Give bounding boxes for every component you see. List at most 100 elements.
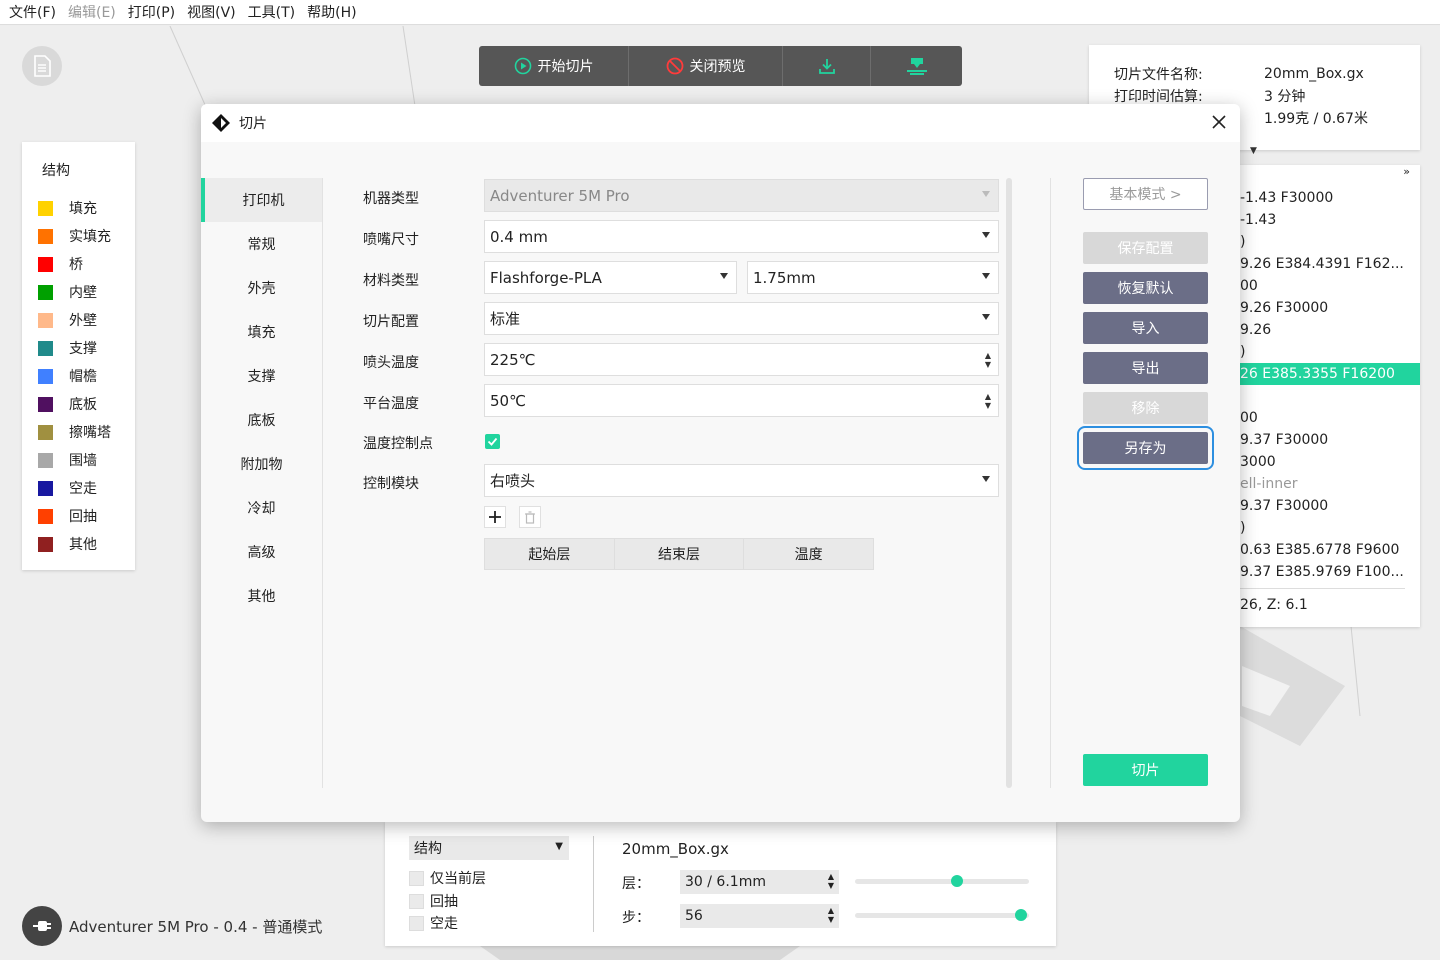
flashforge-logo-icon [212, 114, 230, 132]
gcode-line-current[interactable]: 26 E385.3355 F16200 [1235, 363, 1420, 385]
layer-slider-handle[interactable] [951, 875, 963, 887]
control-module-select[interactable]: 右喷头 [484, 464, 999, 497]
legend-swatch [38, 312, 53, 328]
bed-temp-label: 平台温度 [363, 396, 419, 412]
gcode-line[interactable]: 9.26 E384.4391 F162... [1240, 253, 1404, 275]
nav-item[interactable]: 冷却 [201, 486, 322, 530]
machine-type-select[interactable]: Adventurer 5M Pro [484, 179, 999, 212]
step-slider[interactable] [855, 909, 1029, 921]
nozzle-temp-value: 225℃ [490, 350, 536, 369]
gcode-line[interactable]: 9.26 [1240, 319, 1271, 341]
menu-tools[interactable]: 工具(T) [248, 2, 295, 22]
machine-type-label: 机器类型 [363, 191, 419, 207]
checkbox-current-layer[interactable]: 仅当前层 [409, 868, 486, 888]
info-row-filename: 切片文件名称: 20mm_Box.gx [1114, 63, 1420, 85]
spin-arrows-icon[interactable]: ▲ ▼ [985, 351, 991, 369]
start-slice-button[interactable]: 开始切片 [479, 46, 629, 86]
gcode-line[interactable]: 3000 [1240, 451, 1276, 473]
basic-mode-button[interactable]: 基本模式 > [1083, 178, 1208, 210]
gcode-line[interactable]: 9.26 F30000 [1240, 297, 1328, 319]
nav-item[interactable]: 底板 [201, 398, 322, 442]
nav-item[interactable]: 填充 [201, 310, 322, 354]
spin-arrows-icon[interactable]: ▲ ▼ [828, 906, 834, 924]
spin-arrows-icon[interactable]: ▲ ▼ [828, 872, 834, 890]
printer-connect-button[interactable] [22, 906, 62, 946]
view-mode-select[interactable]: 结构 ▼ [409, 836, 569, 860]
restore-default-button[interactable]: 恢复默认 [1083, 272, 1208, 304]
layer-slider[interactable] [855, 875, 1029, 887]
slice-dialog: 切片 打印机 常规 外壳 填充 支撑 底板 附加物 冷却 高级 其他 机器类型 Adventure… [201, 104, 1240, 822]
checkbox-box[interactable] [409, 915, 424, 931]
legend-swatch [38, 480, 53, 496]
machine-type-value: Adventurer 5M Pro [490, 186, 630, 205]
form-scrollbar[interactable] [1006, 178, 1012, 788]
layer-spinbox[interactable]: 30 / 6.1mm ▲ ▼ [680, 870, 839, 894]
gcode-line[interactable]: -1.43 F30000 [1240, 187, 1333, 209]
spin-arrows-icon[interactable]: ▲ ▼ [985, 392, 991, 410]
col-start-layer: 起始层 [485, 539, 615, 569]
nozzle-temp-spinbox[interactable]: 225℃ ▲ ▼ [484, 343, 999, 376]
legend-item: 回抽 [38, 502, 135, 530]
slice-button[interactable]: 切片 [1083, 754, 1208, 786]
delete-row-button[interactable] [519, 506, 541, 528]
save-config-button[interactable]: 保存配置 [1083, 232, 1208, 264]
document-button[interactable] [22, 46, 62, 86]
slice-profile-select[interactable]: 标准 [484, 302, 999, 335]
gcode-panel[interactable]: » -1.43 F30000 -1.43) 9.26 E384.4391 F162.… [1235, 165, 1420, 627]
menu-print[interactable]: 打印(P) [128, 2, 175, 22]
nav-item[interactable]: 打印机 [201, 178, 322, 222]
step-slider-handle[interactable] [1015, 909, 1027, 921]
close-icon[interactable] [1210, 113, 1228, 131]
remove-button[interactable]: 移除 [1083, 392, 1208, 424]
legend-swatch [38, 536, 53, 552]
checkbox-retract[interactable]: 回抽 [409, 891, 458, 911]
legend-item: 其他 [38, 530, 135, 558]
add-row-button[interactable] [484, 506, 506, 528]
checkbox-travel[interactable]: 空走 [409, 913, 458, 933]
step-spinbox[interactable]: 56 ▲ ▼ [680, 904, 839, 928]
temp-control-checkbox[interactable] [485, 434, 500, 449]
nav-item[interactable]: 常规 [201, 222, 322, 266]
menu-file[interactable]: 文件(F) [9, 2, 56, 22]
menu-help[interactable]: 帮助(H) [307, 2, 356, 22]
gcode-line[interactable]: ) [1240, 341, 1245, 363]
gcode-line[interactable]: 00 [1240, 407, 1258, 429]
gcode-line[interactable]: 00 [1240, 275, 1258, 297]
bed-temp-spinbox[interactable]: 50℃ ▲ ▼ [484, 384, 999, 417]
import-button[interactable]: 导入 [1083, 312, 1208, 344]
filament-diameter-select[interactable]: 1.75mm [747, 261, 999, 294]
nozzle-size-select[interactable]: 0.4 mm [484, 220, 999, 253]
nav-item[interactable]: 支撑 [201, 354, 322, 398]
gcode-line[interactable]: 9.37 F30000 [1240, 495, 1328, 517]
gcode-divider [1235, 588, 1405, 589]
gcode-line[interactable]: ) [1240, 231, 1245, 253]
printer-status: Adventurer 5M Pro - 0.4 - 普通模式 [22, 906, 322, 946]
close-preview-button[interactable]: 关闭预览 [629, 46, 783, 86]
checkbox-box[interactable] [409, 870, 424, 886]
save-as-button[interactable]: 另存为 [1077, 426, 1214, 470]
gcode-line[interactable]: -1.43 [1240, 209, 1276, 231]
gcode-line[interactable]: 0.63 E385.6778 F9600 [1240, 539, 1399, 561]
gcode-line[interactable]: 9.37 E385.9769 F100... [1240, 561, 1404, 583]
gcode-line[interactable]: ) [1240, 517, 1245, 539]
filament-diameter-value: 1.75mm [753, 268, 816, 287]
gcode-line[interactable]: ell-inner [1240, 473, 1297, 495]
nav-item[interactable]: 高级 [201, 530, 322, 574]
collapse-icon[interactable]: » [1403, 165, 1410, 178]
expand-arrow-icon[interactable]: ▼ [1250, 146, 1257, 156]
legend-swatch [38, 256, 53, 272]
nav-item[interactable]: 外壳 [201, 266, 322, 310]
legend-swatch [38, 340, 53, 356]
menu-view[interactable]: 视图(V) [187, 2, 236, 22]
material-type-select[interactable]: Flashforge-PLA [484, 261, 737, 294]
send-to-printer-button[interactable] [871, 46, 962, 86]
download-button[interactable] [783, 46, 871, 86]
menu-edit[interactable]: 编辑(E) [68, 2, 116, 22]
nav-item[interactable]: 附加物 [201, 442, 322, 486]
checkbox-box[interactable] [409, 893, 424, 909]
export-button[interactable]: 导出 [1083, 352, 1208, 384]
legend-item: 外壁 [38, 306, 135, 334]
gcode-line[interactable]: 9.37 F30000 [1240, 429, 1328, 451]
chevron-down-icon [982, 314, 990, 320]
nav-item[interactable]: 其他 [201, 574, 322, 618]
